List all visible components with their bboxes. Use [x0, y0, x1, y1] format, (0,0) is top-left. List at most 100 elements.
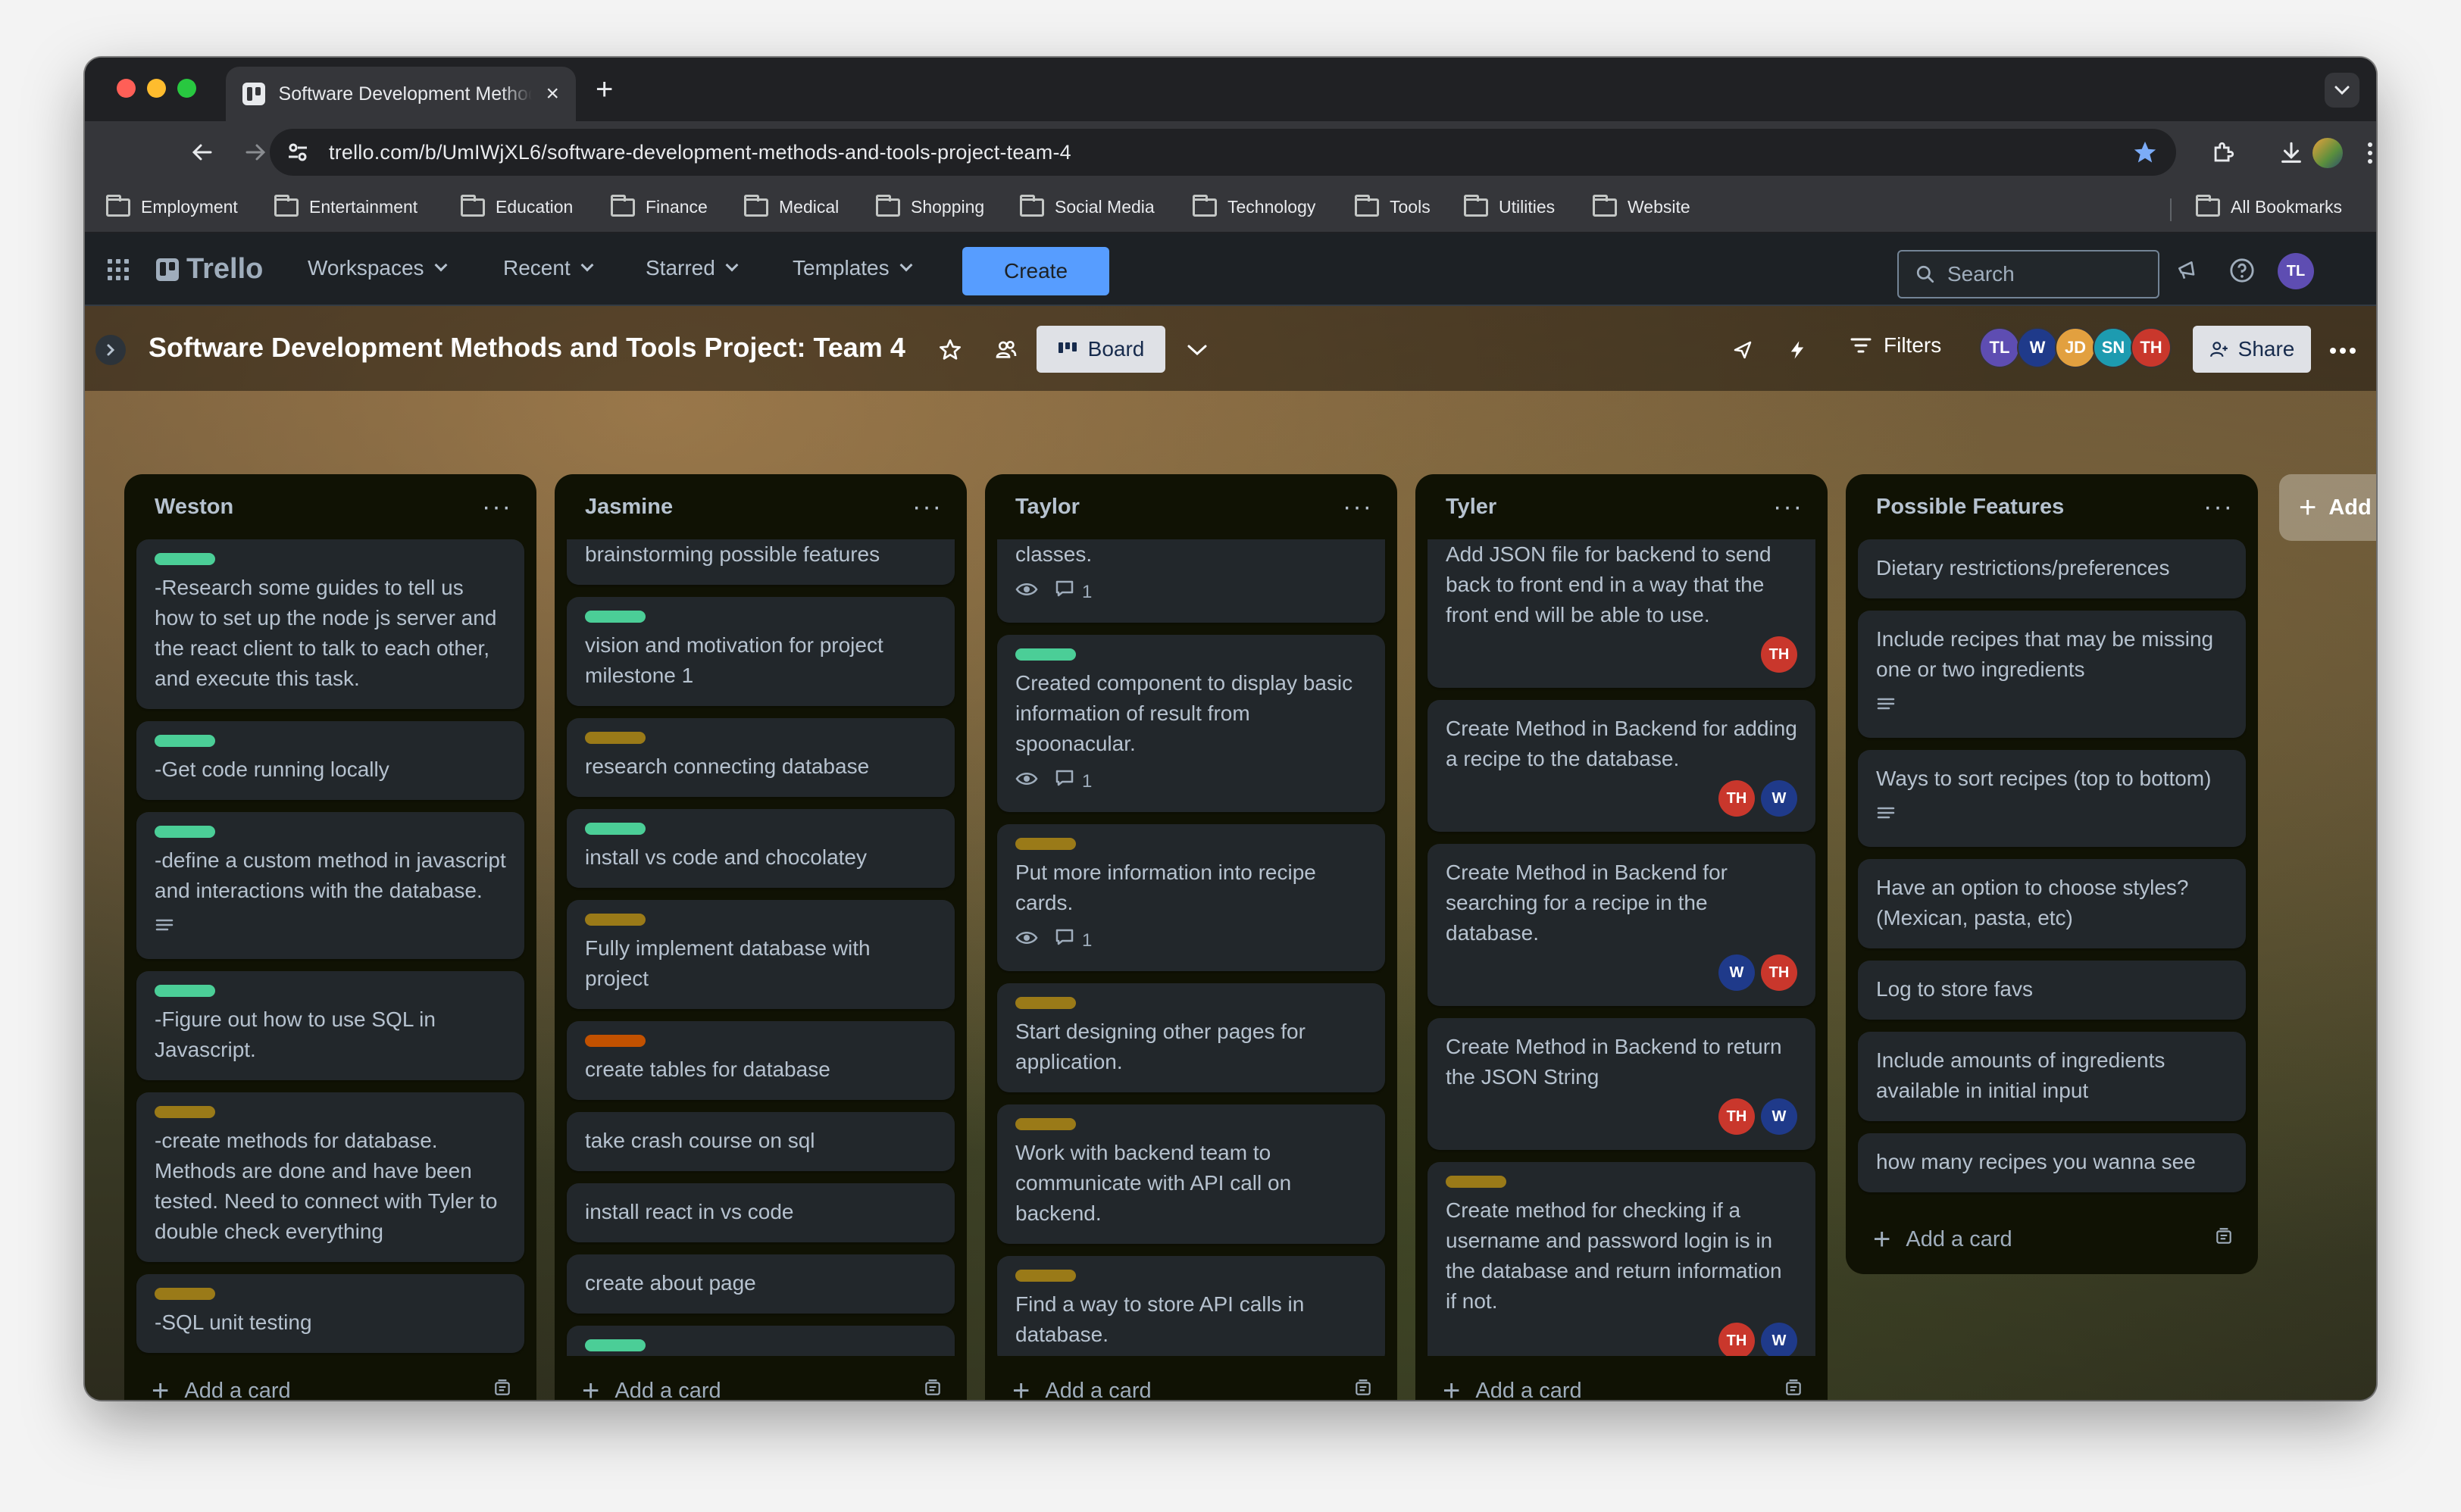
list-actions-icon[interactable]: ··· — [1773, 494, 1803, 520]
tab-close-icon[interactable]: × — [546, 83, 559, 105]
card-template-icon[interactable] — [2214, 1226, 2234, 1252]
help-button[interactable] — [2228, 256, 2256, 285]
board-menu-button[interactable] — [2329, 333, 2356, 356]
bookmark-folder[interactable]: Entertainment — [274, 194, 417, 217]
card-label[interactable] — [155, 553, 215, 565]
card[interactable]: -define a custom method in javascript an… — [136, 812, 524, 959]
member-avatar[interactable]: TH — [1718, 780, 1755, 817]
app-switcher-icon[interactable] — [108, 259, 129, 280]
starred-menu[interactable]: Starred — [646, 256, 739, 280]
card-label[interactable] — [585, 732, 646, 744]
card-label[interactable] — [155, 985, 215, 997]
list-title[interactable]: Tyler — [1446, 495, 1496, 520]
list-title[interactable]: Jasmine — [585, 495, 673, 520]
card-template-icon[interactable] — [1353, 1378, 1373, 1400]
member-avatar[interactable]: W — [1718, 954, 1755, 991]
card-label[interactable] — [155, 735, 215, 747]
card-label[interactable] — [1015, 1270, 1076, 1282]
add-card-button[interactable]: + Add a card — [1012, 1376, 1152, 1400]
bookmark-folder[interactable]: Finance — [611, 194, 708, 217]
board-view-button[interactable]: Board — [1037, 326, 1165, 373]
browser-menu-button[interactable] — [2355, 138, 2376, 168]
list-actions-icon[interactable]: ··· — [912, 494, 943, 520]
browser-tab[interactable]: Software Development Methods and Tools P… — [226, 67, 576, 121]
card[interactable]: research connecting database — [567, 718, 955, 797]
bookmark-folder[interactable]: Tools — [1355, 194, 1431, 217]
add-card-button[interactable]: + Add a card — [1443, 1376, 1582, 1400]
card[interactable]: vision and motivation for project milest… — [567, 597, 955, 706]
automation-button[interactable] — [1782, 335, 1812, 365]
add-list-button[interactable]: + Add — [2279, 474, 2376, 541]
card-label[interactable] — [585, 823, 646, 835]
bookmark-folder[interactable]: Shopping — [876, 194, 984, 217]
share-button[interactable]: Share — [2193, 326, 2311, 373]
minimize-window-button[interactable] — [147, 79, 166, 98]
card[interactable]: Create Method in Backend for searching f… — [1428, 844, 1815, 1006]
member-avatar[interactable]: TL — [1979, 327, 2020, 368]
card[interactable]: create about page — [567, 1254, 955, 1314]
card[interactable]: write txt for about page — [567, 1326, 955, 1356]
add-card-button[interactable]: + Add a card — [1873, 1224, 2012, 1254]
card[interactable]: install vs code and chocolatey — [567, 809, 955, 888]
member-avatar[interactable]: JD — [2055, 327, 2096, 368]
card[interactable]: Log to store favs — [1858, 961, 2246, 1020]
account-button[interactable]: TL — [2278, 253, 2314, 289]
card[interactable]: -Get code running locally — [136, 721, 524, 800]
card-template-icon[interactable] — [1784, 1378, 1803, 1400]
card-template-icon[interactable] — [923, 1378, 943, 1400]
member-avatar[interactable]: TH — [1761, 636, 1797, 673]
card-label[interactable] — [1015, 1118, 1076, 1130]
card-label[interactable] — [155, 1288, 215, 1300]
card-label[interactable] — [585, 1035, 646, 1047]
member-avatar[interactable]: TH — [1718, 1323, 1755, 1356]
card[interactable]: brainstorming possible features — [567, 539, 955, 585]
create-button[interactable]: Create — [962, 247, 1109, 295]
member-avatar[interactable]: W — [1761, 1098, 1797, 1135]
expand-sidebar-button[interactable] — [95, 335, 126, 365]
card-label[interactable] — [155, 826, 215, 838]
card[interactable]: Add JSON file for backend to send back t… — [1428, 539, 1815, 688]
card[interactable]: Work with backend team to communicate wi… — [997, 1104, 1385, 1244]
search-input[interactable]: Search — [1897, 250, 2159, 298]
card[interactable]: -Research some guides to tell us how to … — [136, 539, 524, 709]
board-title[interactable]: Software Development Methods and Tools P… — [149, 332, 905, 364]
bookmark-folder[interactable]: Website — [1593, 194, 1690, 217]
card[interactable]: take crash course on sql — [567, 1112, 955, 1171]
bookmark-folder[interactable]: Education — [461, 194, 573, 217]
card[interactable]: install react in vs code — [567, 1183, 955, 1242]
card-label[interactable] — [585, 914, 646, 926]
close-window-button[interactable] — [117, 79, 136, 98]
tab-search-button[interactable] — [2325, 73, 2359, 108]
workspaces-menu[interactable]: Workspaces — [308, 256, 448, 280]
card-label[interactable] — [585, 1339, 646, 1351]
filters-button[interactable]: Filters — [1850, 333, 1941, 358]
card[interactable]: Ways to sort recipes (top to bottom) — [1858, 750, 2246, 847]
star-board-button[interactable] — [935, 335, 965, 365]
recent-menu[interactable]: Recent — [503, 256, 594, 280]
bookmark-folder[interactable]: Employment — [106, 194, 238, 217]
list-title[interactable]: Taylor — [1015, 495, 1080, 520]
profile-button[interactable] — [2312, 138, 2343, 168]
notifications-button[interactable] — [2173, 256, 2202, 285]
member-avatar[interactable]: W — [1761, 1323, 1797, 1356]
bookmark-star-icon[interactable] — [2132, 139, 2158, 165]
card[interactable]: Put more information into recipe cards. 1 — [997, 824, 1385, 971]
extensions-button[interactable] — [2208, 138, 2238, 168]
card[interactable]: -Figure out how to use SQL in Javascript… — [136, 971, 524, 1080]
card[interactable]: Created component to display basic infor… — [997, 635, 1385, 812]
card[interactable]: Create Method in Backend for adding a re… — [1428, 700, 1815, 832]
bookmark-folder[interactable]: Technology — [1193, 194, 1315, 217]
list-actions-icon[interactable]: ··· — [2203, 494, 2234, 520]
card[interactable]: Dietary restrictions/preferences — [1858, 539, 2246, 598]
card-label[interactable] — [1015, 648, 1076, 661]
card[interactable]: Create method for checking if a username… — [1428, 1162, 1815, 1356]
bookmark-folder[interactable]: Utilities — [1464, 194, 1555, 217]
back-button[interactable] — [188, 138, 217, 167]
card[interactable]: Start designing other pages for applicat… — [997, 983, 1385, 1092]
list-title[interactable]: Weston — [155, 495, 233, 520]
maximize-window-button[interactable] — [177, 79, 196, 98]
downloads-button[interactable] — [2276, 138, 2306, 168]
views-dropdown-button[interactable] — [1182, 335, 1212, 365]
card[interactable]: Include amounts of ingredients available… — [1858, 1032, 2246, 1121]
member-avatar[interactable]: SN — [2093, 327, 2134, 368]
